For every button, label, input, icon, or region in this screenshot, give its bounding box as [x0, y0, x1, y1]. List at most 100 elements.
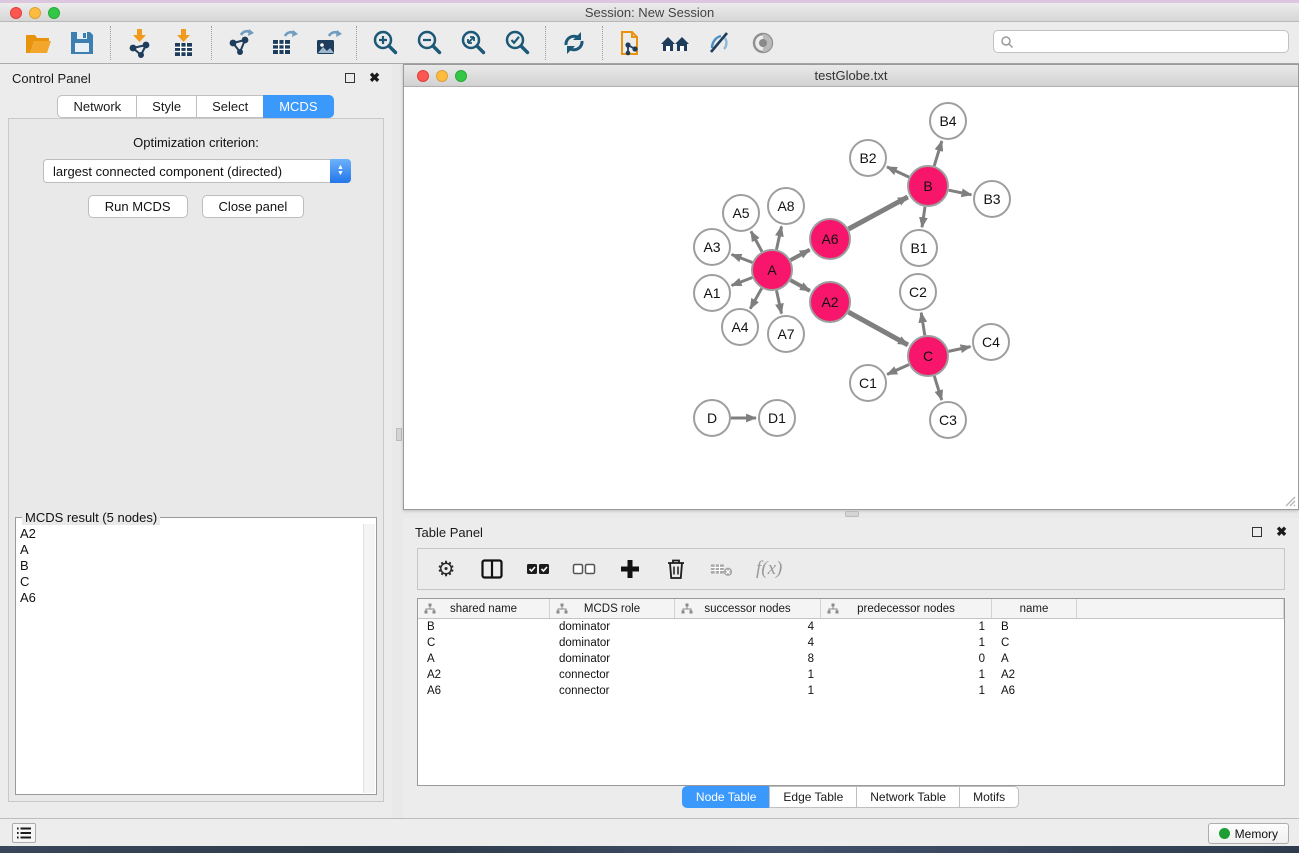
column-header-shared-name[interactable]: shared name — [418, 599, 550, 618]
node-table-header: shared nameMCDS rolesuccessor nodesprede… — [418, 599, 1284, 619]
optimization-criterion-select[interactable]: largest connected component (directed) ▲… — [43, 159, 351, 183]
network-canvas[interactable]: B4B2BB3A8A5A6A3B1AC2A1A2A4A7C4CC1C3DD1 — [404, 87, 1298, 509]
column-header-predecessor-nodes[interactable]: predecessor nodes — [821, 599, 992, 618]
memory-button[interactable]: Memory — [1208, 823, 1289, 844]
mcds-result-list[interactable]: A2ABCA6 — [18, 526, 362, 792]
graph-edge-B-B2[interactable] — [887, 167, 909, 177]
graph-node-label: A4 — [731, 319, 748, 335]
table-row[interactable]: Bdominator41B — [418, 619, 1284, 635]
show-graphics-details-icon[interactable] — [747, 27, 779, 59]
graph-edge-A-A2[interactable] — [790, 280, 810, 291]
app-titlebar: Session: New Session — [0, 3, 1299, 22]
select-all-columns-icon[interactable] — [526, 557, 550, 581]
zoom-fit-content-icon[interactable] — [457, 27, 489, 59]
vertical-splitter-handle[interactable] — [396, 428, 402, 441]
network-maximize-button[interactable] — [455, 70, 467, 82]
table-settings-gear-icon[interactable]: ⚙ — [434, 557, 458, 581]
open-session-icon[interactable] — [22, 27, 54, 59]
node-table-body: Bdominator41BCdominator41CAdominator80AA… — [418, 619, 1284, 699]
tab-select[interactable]: Select — [196, 95, 264, 118]
unselect-all-columns-icon[interactable] — [572, 557, 596, 581]
mcds-result-item[interactable]: A6 — [20, 590, 362, 606]
close-window-button[interactable] — [10, 7, 22, 19]
close-panel-button[interactable]: Close panel — [202, 195, 305, 218]
graph-edge-B-B4[interactable] — [934, 141, 942, 166]
mcds-result-item[interactable]: A — [20, 542, 362, 558]
graph-edge-A6-B[interactable] — [849, 197, 908, 229]
graph-edge-A2-C[interactable] — [848, 312, 908, 345]
tab-network-table[interactable]: Network Table — [856, 786, 960, 808]
window-resize-grip[interactable] — [1284, 495, 1296, 507]
close-table-panel-icon[interactable]: ✖ — [1276, 527, 1287, 537]
tab-network[interactable]: Network — [57, 95, 137, 118]
export-network-icon[interactable] — [224, 27, 256, 59]
graph-edge-A-A1[interactable] — [732, 278, 753, 286]
mcds-tab-content: Optimization criterion: largest connecte… — [8, 118, 384, 802]
graph-edge-C-C2[interactable] — [921, 313, 925, 336]
apply-layout-icon[interactable] — [558, 27, 590, 59]
task-history-button[interactable] — [12, 823, 36, 843]
save-session-icon[interactable] — [66, 27, 98, 59]
mcds-result-item[interactable]: A2 — [20, 526, 362, 542]
graph-edge-B-B3[interactable] — [949, 190, 972, 195]
close-panel-icon[interactable]: ✖ — [369, 73, 380, 83]
mcds-result-item[interactable]: B — [20, 558, 362, 574]
new-network-from-selection-icon[interactable] — [615, 27, 647, 59]
delete-column-icon[interactable] — [664, 557, 688, 581]
graph-node-label: A7 — [777, 326, 794, 342]
tab-style[interactable]: Style — [136, 95, 197, 118]
zoom-out-icon[interactable] — [413, 27, 445, 59]
horizontal-splitter-handle[interactable] — [845, 511, 859, 517]
graph-edge-A-A4[interactable] — [750, 288, 761, 308]
graph-edge-B-B1[interactable] — [922, 207, 925, 227]
first-neighbors-icon[interactable] — [659, 27, 691, 59]
tab-motifs[interactable]: Motifs — [959, 786, 1019, 808]
search-input[interactable] — [1018, 33, 1288, 51]
export-image-icon[interactable] — [312, 27, 344, 59]
network-close-button[interactable] — [417, 70, 429, 82]
column-header-name[interactable]: name — [992, 599, 1077, 618]
column-header-MCDS-role[interactable]: MCDS role — [550, 599, 675, 618]
result-scrollbar[interactable] — [363, 524, 375, 793]
minimize-window-button[interactable] — [29, 7, 41, 19]
mcds-result-title: MCDS result (5 nodes) — [22, 510, 160, 525]
show-columns-icon[interactable] — [480, 557, 504, 581]
graph-edge-A-A3[interactable] — [732, 255, 753, 263]
graph-edge-A-A6[interactable] — [791, 250, 810, 260]
table-row[interactable]: A2connector11A2 — [418, 667, 1284, 683]
import-table-icon[interactable] — [167, 27, 199, 59]
graph-edge-A-A5[interactable] — [751, 231, 762, 251]
float-table-panel-icon[interactable] — [1252, 527, 1262, 537]
maximize-window-button[interactable] — [48, 7, 60, 19]
run-mcds-button[interactable]: Run MCDS — [88, 195, 188, 218]
tab-edge-table[interactable]: Edge Table — [769, 786, 857, 808]
graph-edge-C-C1[interactable] — [887, 365, 909, 375]
graph-edge-A-A7[interactable] — [777, 291, 782, 314]
graph-node-label: A2 — [821, 294, 838, 310]
export-table-icon[interactable] — [268, 27, 300, 59]
zoom-selected-icon[interactable] — [501, 27, 533, 59]
mcds-result-item[interactable]: C — [20, 574, 362, 590]
control-panel: Control Panel ✖ NetworkStyleSelectMCDS O… — [0, 64, 392, 818]
tab-node-table[interactable]: Node Table — [682, 786, 771, 808]
graph-node-label: B4 — [939, 113, 956, 129]
graph-edge-A-A8[interactable] — [777, 227, 782, 250]
network-window-titlebar[interactable]: testGlobe.txt — [404, 65, 1298, 87]
graph-node-label: B1 — [910, 240, 927, 256]
zoom-in-icon[interactable] — [369, 27, 401, 59]
table-row[interactable]: Adominator80A — [418, 651, 1284, 667]
graph-edge-C-C4[interactable] — [949, 347, 971, 352]
create-column-icon[interactable] — [618, 557, 642, 581]
search-field[interactable] — [993, 30, 1289, 53]
column-header-successor-nodes[interactable]: successor nodes — [675, 599, 821, 618]
network-minimize-button[interactable] — [436, 70, 448, 82]
graph-node-label: B3 — [983, 191, 1000, 207]
hide-graphics-details-icon[interactable] — [703, 27, 735, 59]
table-row[interactable]: A6connector11A6 — [418, 683, 1284, 699]
import-network-icon[interactable] — [123, 27, 155, 59]
graph-edge-C-C3[interactable] — [934, 376, 941, 400]
tab-mcds[interactable]: MCDS — [263, 95, 333, 118]
table-row[interactable]: Cdominator41C — [418, 635, 1284, 651]
graph-node-label: D1 — [768, 410, 786, 426]
float-panel-icon[interactable] — [345, 73, 355, 83]
